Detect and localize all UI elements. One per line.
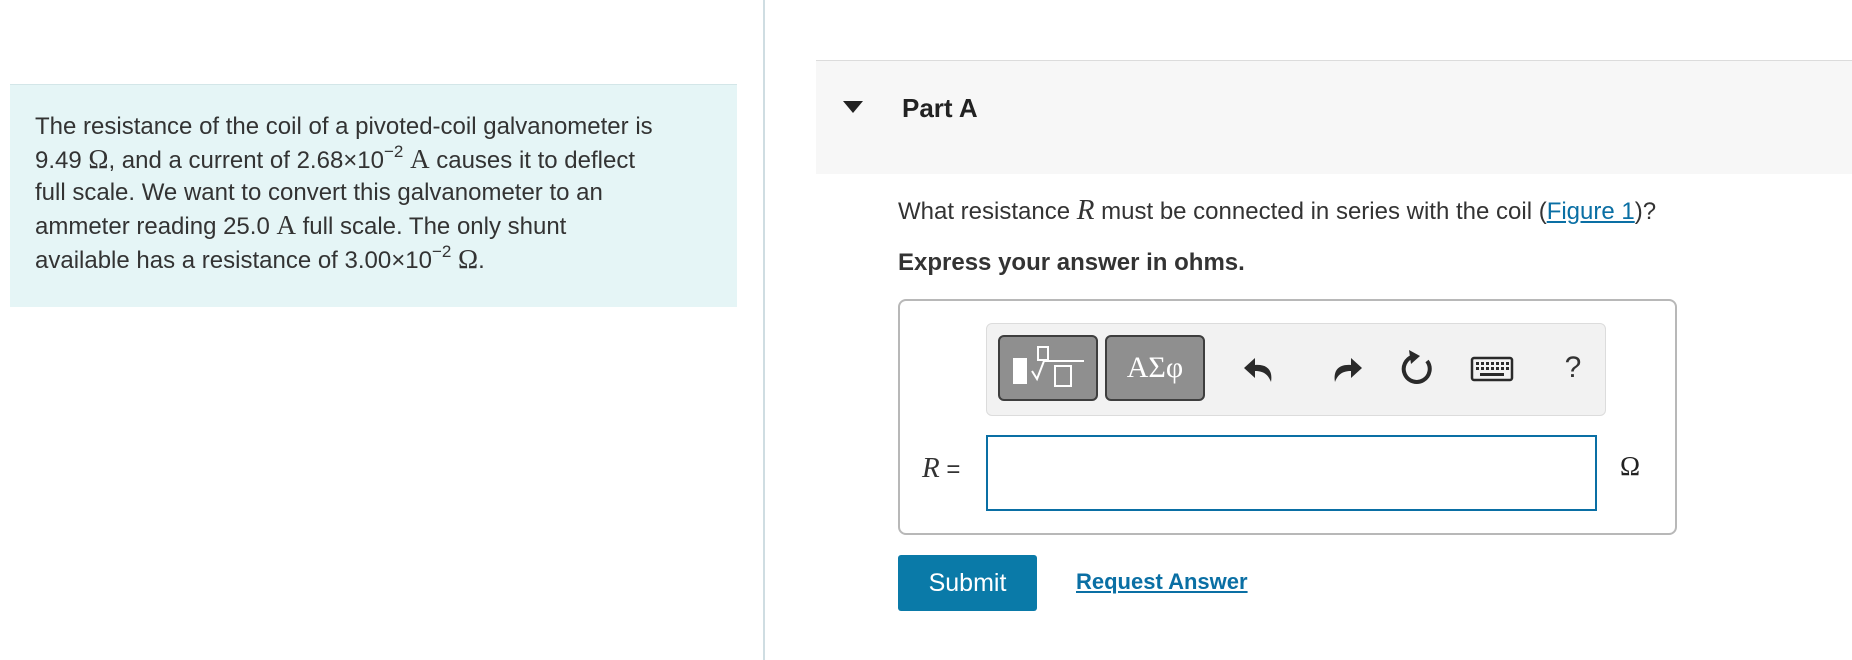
answer-instruction: Express your answer in ohms. [898, 249, 1245, 276]
question-variable: R [1076, 194, 1095, 226]
amp-symbol: A [410, 144, 430, 174]
question-middle: must be connected in series with the coi… [1101, 198, 1547, 225]
amp-symbol-2: A [276, 210, 296, 240]
ohm-symbol-2: Ω [458, 244, 479, 274]
unit-label: Ω [1620, 451, 1641, 481]
problem-line-5: available has a resistance of 3.00×10−2 … [35, 243, 711, 277]
symbols-button[interactable]: ΑΣφ [1105, 335, 1205, 401]
math-toolbar: ΑΣφ ? [986, 323, 1606, 416]
shunt-resistance-text: available has a resistance of 3.00×10 [35, 247, 432, 274]
question-text: What resistance R must be connected in s… [898, 194, 1656, 227]
equals-sign: = [946, 456, 961, 483]
problem-line-2: 9.49 Ω, and a current of 2.68×10−2 A cau… [35, 143, 711, 177]
undo-icon[interactable] [1235, 338, 1295, 398]
answer-box: ΑΣφ ? R = Ω [898, 299, 1677, 535]
figure-link[interactable]: Figure 1 [1547, 198, 1635, 225]
reset-icon[interactable] [1387, 338, 1447, 398]
deflect-text: causes it to deflect [436, 147, 636, 174]
shunt-exponent: −2 [431, 242, 452, 261]
keyboard-icon[interactable] [1463, 338, 1523, 398]
templates-button[interactable] [998, 335, 1098, 401]
problem-line-1: The resistance of the coil of a pivoted-… [35, 113, 653, 140]
pane-divider[interactable] [763, 0, 765, 660]
submit-button[interactable]: Submit [898, 555, 1037, 611]
resistance-value: 9.49 [35, 147, 82, 174]
request-answer-link[interactable]: Request Answer [1076, 569, 1248, 595]
answer-input[interactable] [986, 435, 1597, 511]
current-exponent: −2 [384, 142, 404, 161]
answer-variable: R [922, 452, 940, 484]
problem-line-4: ammeter reading 25.0 A full scale. The o… [35, 209, 711, 243]
redo-icon[interactable] [1311, 338, 1371, 398]
problem-line-3: full scale. We want to convert this galv… [35, 179, 603, 206]
ammeter-text: ammeter reading 25.0 [35, 213, 270, 240]
part-header[interactable]: Part A [816, 60, 1852, 174]
part-title: Part A [902, 93, 978, 123]
question-end: )? [1634, 198, 1657, 225]
answer-label: R = [922, 452, 960, 485]
templates-icon [1013, 346, 1084, 387]
period: . [478, 247, 485, 274]
collapse-caret-icon[interactable] [843, 101, 863, 113]
current-text: , and a current of 2.68×10 [108, 147, 384, 174]
shunt-text: full scale. The only shunt [302, 213, 567, 240]
question-start: What resistance [898, 198, 1071, 225]
ohm-symbol: Ω [88, 144, 109, 174]
help-icon[interactable]: ? [1543, 338, 1603, 398]
problem-statement: The resistance of the coil of a pivoted-… [10, 84, 737, 307]
